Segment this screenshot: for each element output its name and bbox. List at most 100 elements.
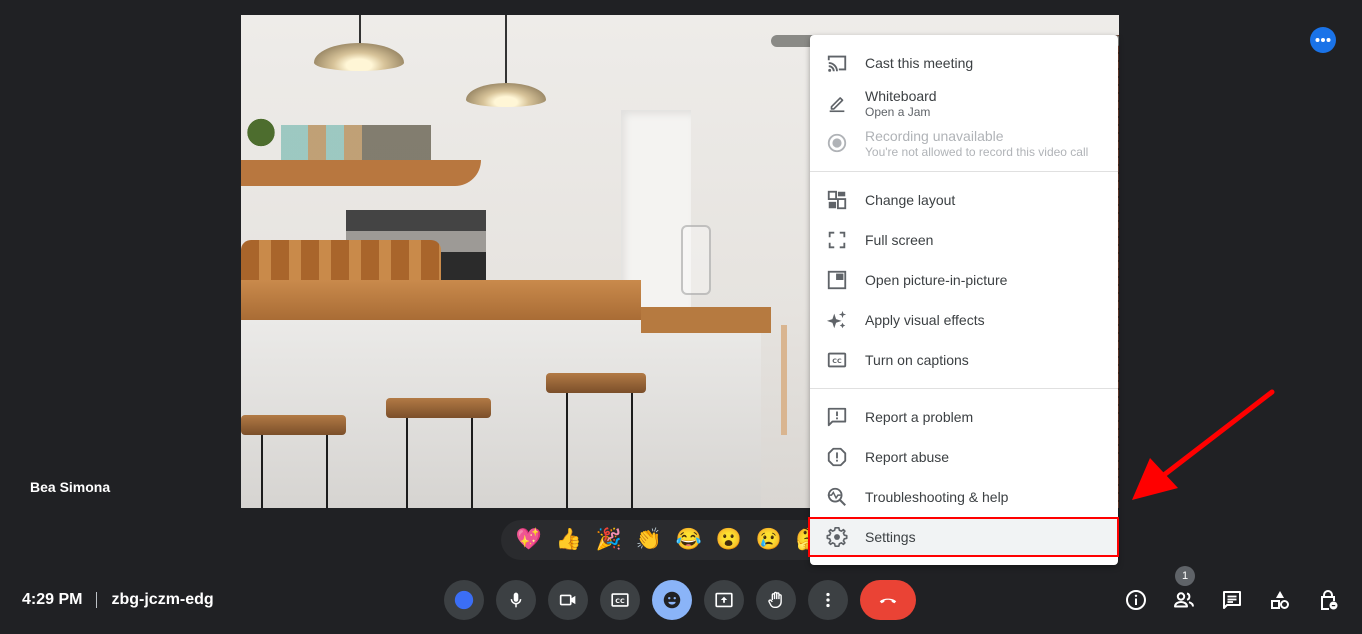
video-counter — [241, 280, 641, 320]
reaction-crying[interactable]: 😢 — [749, 524, 789, 556]
menu-item-open-picture-in-picture[interactable]: Open picture-in-picture — [810, 260, 1118, 300]
more-horiz-icon — [1315, 38, 1331, 42]
menu-item-sublabel: You're not allowed to record this video … — [865, 144, 1089, 159]
reaction-clapping-hands[interactable]: 👏 — [629, 524, 669, 556]
menu-item-label: Apply visual effects — [865, 311, 985, 328]
menu-item-whiteboard[interactable]: Whiteboard Open a Jam — [810, 83, 1118, 123]
reaction-thumbs-up[interactable]: 👍 — [549, 524, 589, 556]
menu-item-label: Report a problem — [865, 408, 974, 425]
menu-item-text: Full screen — [865, 232, 933, 249]
menu-item-text: Change layout — [865, 192, 955, 209]
menu-item-text: Cast this meeting — [865, 55, 973, 72]
video-stool — [546, 373, 646, 393]
chat-icon — [1223, 591, 1241, 609]
pen-icon — [825, 91, 849, 115]
video-stool — [241, 415, 346, 435]
people-count-badge: 1 — [1175, 566, 1195, 586]
closed-caption-icon: CC — [611, 593, 629, 607]
people-icon — [1174, 592, 1194, 608]
video-bar — [241, 320, 761, 508]
menu-item-label: Whiteboard — [865, 87, 937, 104]
menu-divider — [810, 171, 1118, 172]
record-icon — [825, 131, 849, 155]
menu-item-report-a-problem[interactable]: Report a problem — [810, 397, 1118, 437]
activities-button[interactable] — [1260, 580, 1300, 620]
annotation-arrow — [1132, 389, 1275, 500]
info-icon — [1126, 590, 1146, 610]
leave-call-button[interactable] — [860, 580, 916, 620]
menu-item-full-screen[interactable]: Full screen — [810, 220, 1118, 260]
reaction-tears-of-joy[interactable]: 😂 — [669, 524, 709, 556]
settings-icon — [825, 525, 849, 549]
menu-item-label: Change layout — [865, 191, 956, 208]
fullscreen-icon — [825, 228, 849, 252]
closed-caption-icon: CC — [825, 348, 849, 372]
reactions-button[interactable] — [652, 580, 692, 620]
menu-item-cast-this-meeting[interactable]: Cast this meeting — [810, 43, 1118, 83]
feedback-icon — [825, 405, 849, 429]
menu-divider — [810, 388, 1118, 389]
meeting-details-button[interactable] — [1116, 580, 1156, 620]
menu-item-label: Report abuse — [865, 448, 950, 465]
meeting-time: 4:29 PM — [22, 591, 83, 608]
video-chair — [781, 325, 811, 435]
reaction-bar: 💖👍🎉👏😂😮😢🤔 — [501, 520, 831, 560]
menu-item-label: Cast this meeting — [865, 54, 974, 71]
cast-icon — [825, 51, 849, 75]
reaction-surprised[interactable]: 😮 — [709, 524, 749, 556]
svg-text:CC: CC — [832, 357, 842, 365]
microphone-button[interactable] — [496, 580, 536, 620]
present-button[interactable] — [704, 580, 744, 620]
lock-person-icon — [1321, 590, 1338, 610]
hand-icon — [768, 591, 782, 609]
side-controls: 1 — [1116, 566, 1356, 620]
emoji-icon — [663, 591, 681, 609]
video-plant — [241, 110, 281, 155]
menu-item-text: Open picture-in-picture — [865, 272, 1007, 289]
menu-item-sublabel: Open a Jam — [865, 104, 931, 119]
menu-item-label: Recording unavailable — [865, 127, 1004, 144]
host-controls-button[interactable] — [1308, 580, 1348, 620]
report-icon — [825, 445, 849, 469]
menu-item-text: Troubleshooting & help — [865, 489, 1008, 506]
menu-item-text: Recording unavailable You're not allowed … — [865, 128, 1088, 159]
participant-name: Bea Simona — [30, 479, 111, 495]
meeting-info: 4:29 PM zbg-jczm-edg — [22, 591, 214, 609]
videocam-icon — [559, 594, 576, 606]
stool-leg — [631, 393, 633, 508]
menu-item-change-layout[interactable]: Change layout — [810, 180, 1118, 220]
stool-leg — [406, 418, 408, 508]
chat-button[interactable] — [1212, 580, 1252, 620]
menu-item-report-abuse[interactable]: Report abuse — [810, 437, 1118, 477]
menu-item-recording-unavailable: Recording unavailable You're not allowed … — [810, 123, 1118, 163]
sparkle-icon — [825, 308, 849, 332]
present-screen-icon — [715, 592, 733, 608]
camera-button[interactable] — [548, 580, 588, 620]
people-button[interactable]: 1 — [1164, 566, 1204, 620]
menu-item-label: Turn on captions — [865, 351, 969, 368]
captions-button[interactable]: CC — [600, 580, 640, 620]
meeting-code: zbg-jczm-edg — [111, 591, 214, 608]
reaction-party-popper[interactable]: 🎉 — [589, 524, 629, 556]
more-options-button[interactable] — [808, 580, 848, 620]
menu-item-settings[interactable]: Settings — [808, 517, 1119, 557]
stool-leg — [471, 418, 473, 508]
menu-item-text: Turn on captions — [865, 352, 969, 369]
menu-item-turn-on-captions[interactable]: CC Turn on captions — [810, 340, 1118, 380]
blue-dot-icon — [454, 590, 474, 610]
reaction-sparkling-heart[interactable]: 💖 — [509, 524, 549, 556]
video-counter-side — [641, 307, 771, 333]
lamp-cord — [359, 15, 361, 45]
menu-item-text: Apply visual effects — [865, 312, 985, 329]
menu-item-label: Full screen — [865, 231, 934, 248]
video-water-jar — [681, 225, 711, 295]
more-options-button[interactable] — [1310, 27, 1336, 53]
avatar-button[interactable] — [444, 580, 484, 620]
menu-item-label: Settings — [865, 528, 916, 545]
menu-item-apply-visual-effects[interactable]: Apply visual effects — [810, 300, 1118, 340]
raise-hand-button[interactable] — [756, 580, 796, 620]
divider — [96, 592, 98, 608]
pip-icon — [825, 268, 849, 292]
more-vert-icon — [826, 592, 830, 608]
menu-item-troubleshooting-and-help[interactable]: Troubleshooting & help — [810, 477, 1118, 517]
